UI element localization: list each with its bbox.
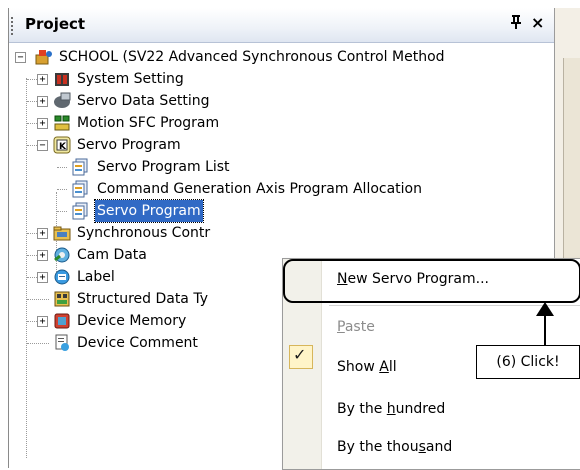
- allocation-icon: [71, 180, 89, 198]
- menu-item-by-the-thousand[interactable]: By the thousand: [337, 439, 452, 455]
- menu-item-text: By the thou: [337, 439, 419, 455]
- panel-titlebar: Project ×: [9, 8, 555, 43]
- tree-item-label: Structured Data Ty: [77, 291, 208, 307]
- tree-item-label: Cam Data: [77, 247, 147, 263]
- mnemonic: P: [337, 319, 345, 335]
- menu-item-text: aste: [344, 319, 375, 335]
- menu-item-show-all[interactable]: Show All: [337, 359, 397, 375]
- tree-item-label: Device Memory: [77, 313, 187, 329]
- check-indicator: ✓: [289, 345, 313, 369]
- menu-item-by-the-hundred[interactable]: By the hundred: [337, 401, 445, 417]
- mnemonic: A: [379, 359, 389, 375]
- device-memory-icon: [53, 312, 71, 330]
- mnemonic: h: [386, 401, 396, 417]
- sfc-program-icon: [53, 114, 71, 132]
- highlight-box: [283, 259, 580, 303]
- servo-program-file-icon: [71, 202, 89, 220]
- menu-item-text: ll: [388, 359, 397, 375]
- mnemonic: s: [418, 439, 426, 455]
- tree-item-label: Device Comment: [77, 335, 198, 351]
- drag-grip[interactable]: [11, 17, 16, 35]
- menu-item-text: undred: [395, 401, 446, 417]
- tree-item-label: Synchronous Contr: [77, 225, 211, 241]
- tree-item-label: Motion SFC Program: [77, 115, 220, 131]
- label-icon: [53, 268, 71, 286]
- expand-icon[interactable]: +: [37, 96, 48, 107]
- menu-item-text: and: [425, 439, 453, 455]
- cam-data-icon: [53, 246, 71, 264]
- device-comment-icon: [53, 334, 71, 352]
- expand-icon[interactable]: +: [37, 118, 48, 129]
- expand-icon[interactable]: +: [37, 316, 48, 327]
- tree-item-label-selected: Servo Program: [94, 199, 204, 223]
- servo-program-folder-icon: K: [53, 136, 71, 154]
- expand-icon[interactable]: +: [37, 250, 48, 261]
- menu-item-text: By the: [337, 401, 387, 417]
- pin-icon[interactable]: [509, 14, 523, 34]
- collapse-icon[interactable]: −: [15, 52, 26, 63]
- checkmark-icon: ✓: [293, 345, 307, 364]
- menu-item-paste[interactable]: Paste: [337, 319, 375, 335]
- tree-item-label: Servo Data Setting: [77, 93, 210, 109]
- servo-data-icon: [53, 92, 71, 110]
- close-icon[interactable]: ×: [531, 13, 544, 32]
- synchronous-control-icon: [53, 224, 71, 242]
- panel-title: Project: [25, 15, 86, 33]
- arrow-line: [544, 316, 546, 346]
- svg-text:K: K: [59, 142, 67, 152]
- tree-item-label: Servo Program List: [97, 159, 230, 175]
- tree-root-label: SCHOOL (SV22 Advanced Synchronous Contro…: [59, 49, 445, 65]
- tree-item-label: Servo Program: [77, 137, 181, 153]
- system-setting-icon: [53, 70, 71, 88]
- tree-item-label: Command Generation Axis Program Allocati…: [97, 181, 422, 197]
- tree-item-label: System Setting: [77, 71, 184, 87]
- menu-item-text: Show: [337, 359, 380, 375]
- callout-box: (6) Click!: [476, 345, 580, 379]
- expand-icon[interactable]: +: [37, 74, 48, 85]
- expand-icon[interactable]: +: [37, 228, 48, 239]
- project-icon: [35, 48, 53, 66]
- structured-data-icon: [53, 290, 71, 308]
- tree-item-label: Label: [77, 269, 115, 285]
- expand-icon[interactable]: +: [37, 272, 48, 283]
- arrow-head-icon: [536, 302, 554, 316]
- program-list-icon: [71, 158, 89, 176]
- collapse-icon[interactable]: −: [37, 140, 48, 151]
